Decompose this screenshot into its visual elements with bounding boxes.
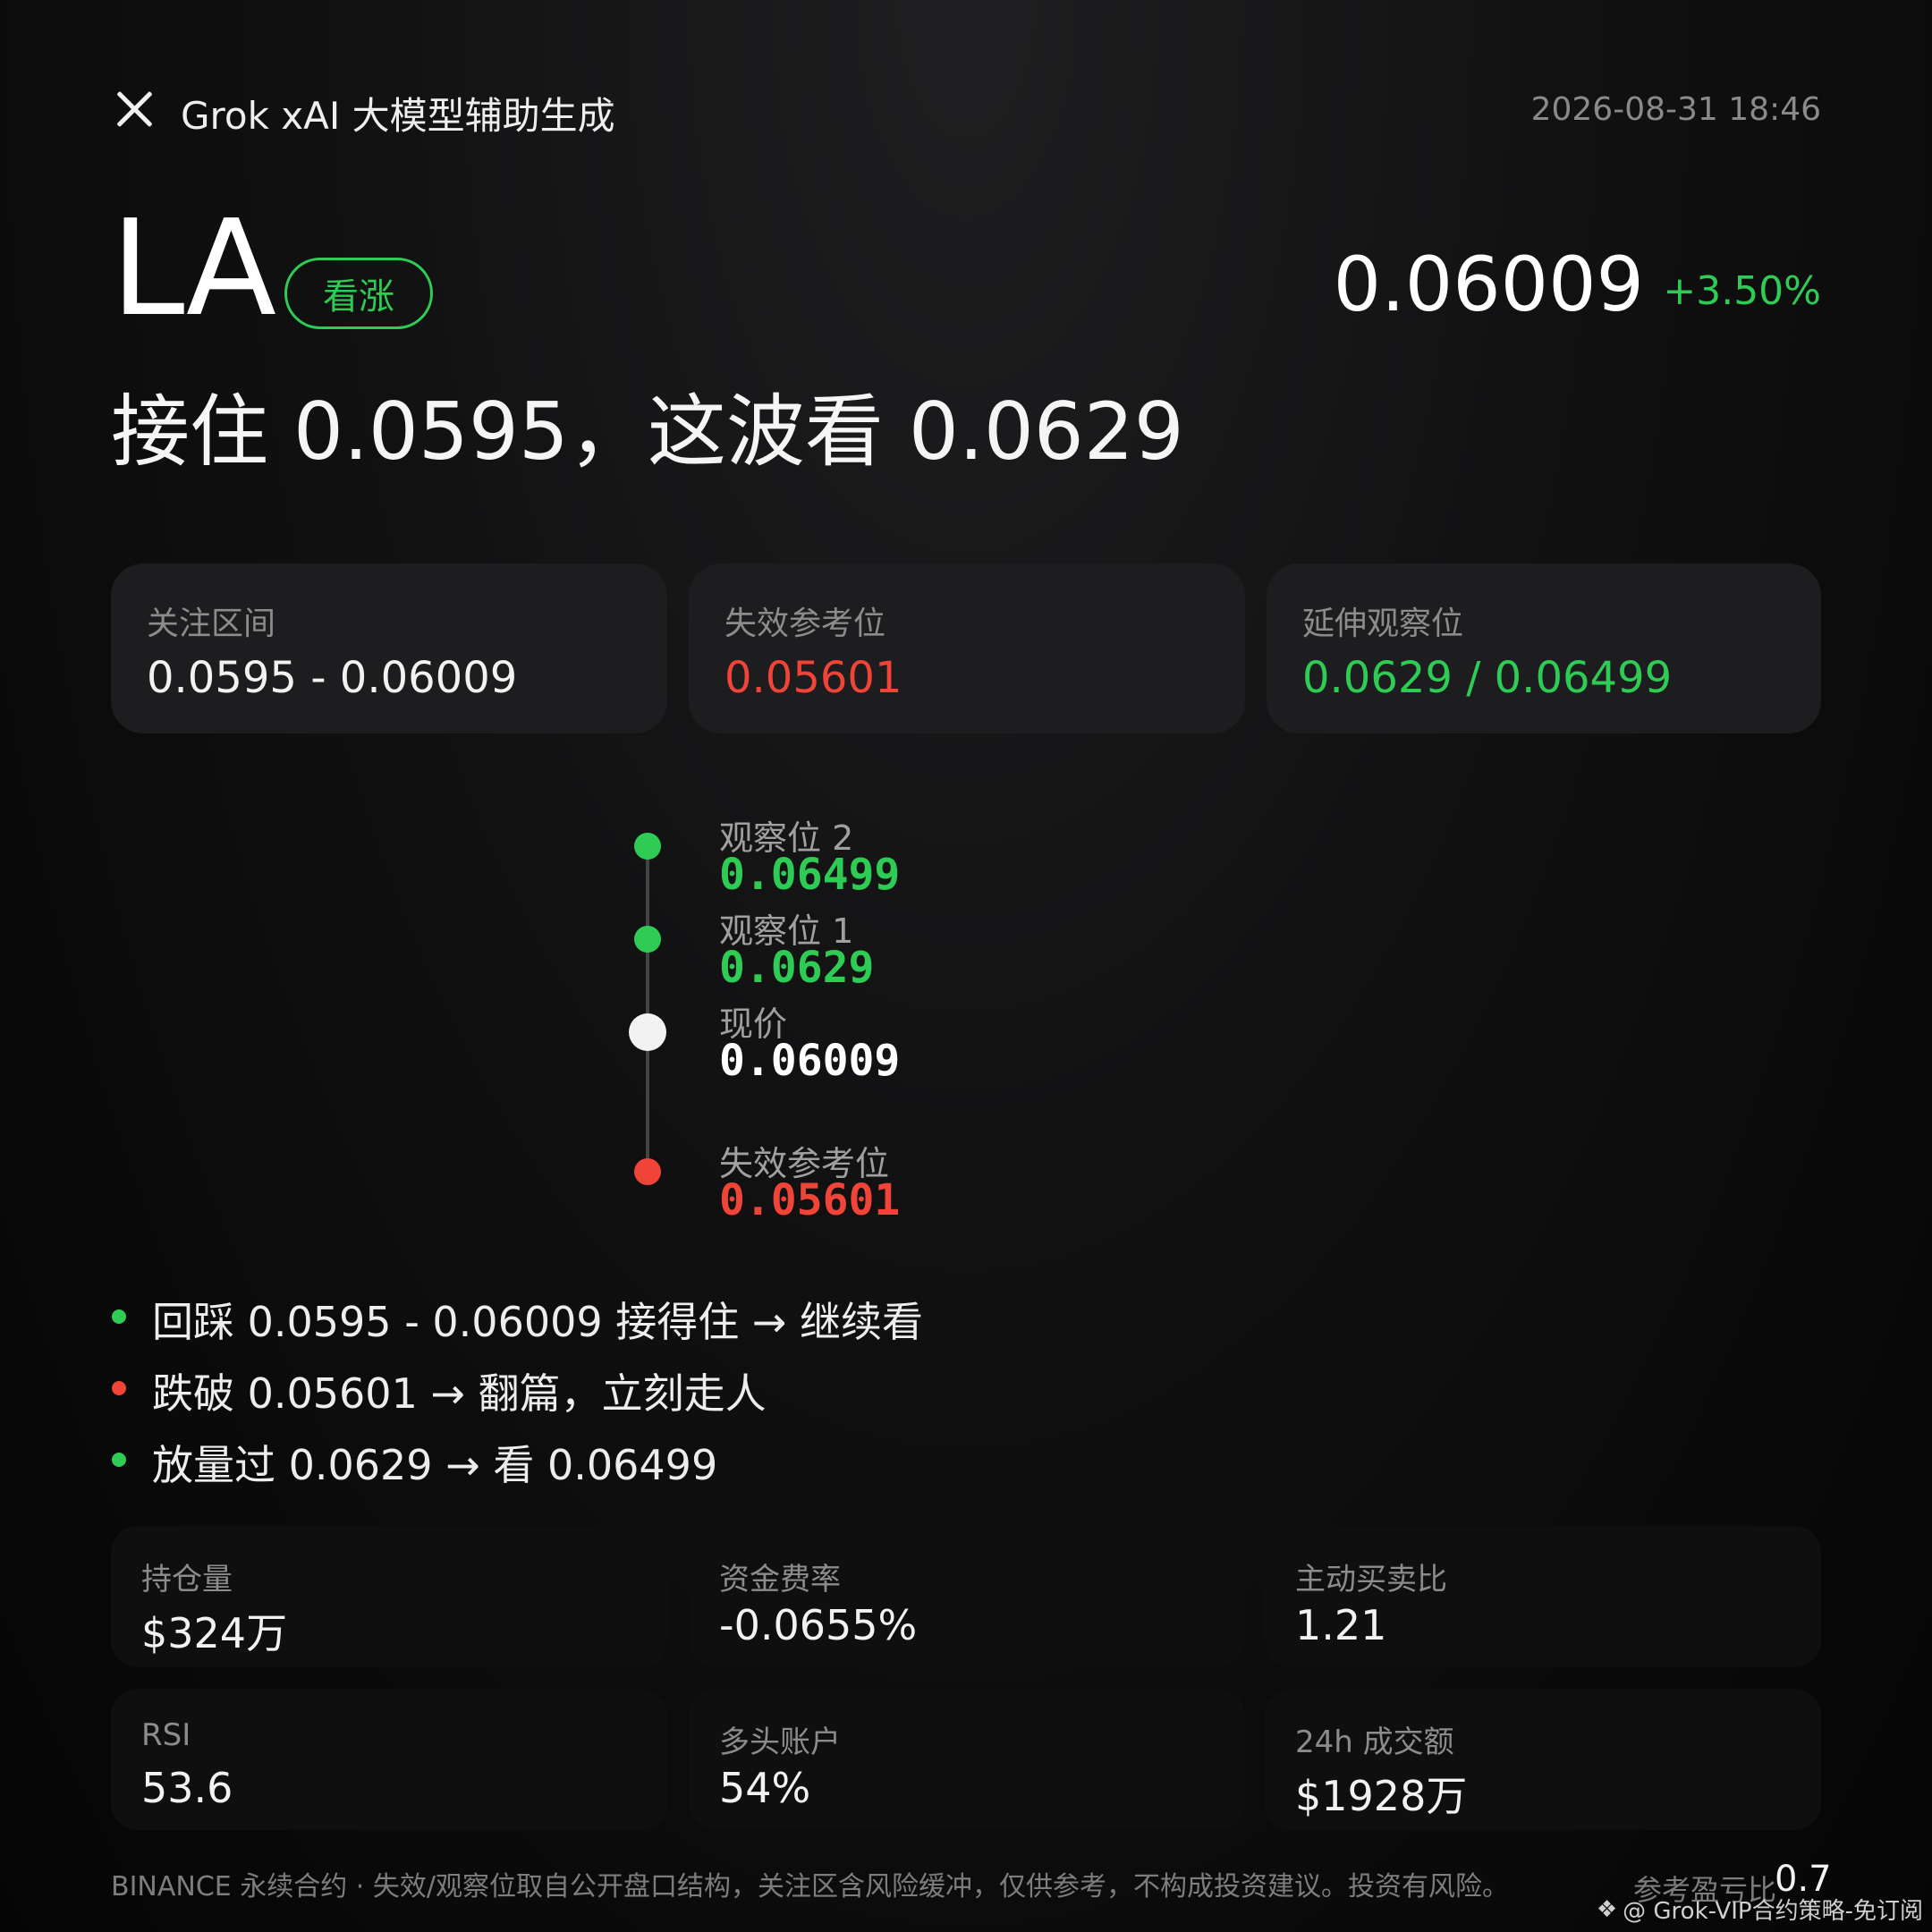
ladder-line: [646, 846, 649, 1172]
ladder-dot-target-2: [634, 833, 661, 860]
bias-badge: 看涨: [284, 258, 433, 329]
bullet-dot-green: [112, 1453, 126, 1467]
stat-label: RSI: [141, 1717, 191, 1753]
stat-card-24h-volume: 24h 成交额 $1928万: [1265, 1689, 1821, 1830]
stat-label: 资金费率: [719, 1562, 841, 1597]
stat-label: 24h 成交额: [1295, 1724, 1454, 1760]
ladder-value: 0.06499: [719, 850, 901, 900]
ladder-dot-current: [629, 1013, 666, 1051]
price-change: +3.50%: [1663, 268, 1821, 314]
stat-label: 多头账户: [719, 1724, 841, 1760]
close-icon[interactable]: [114, 89, 154, 129]
timestamp: 2026-08-31 18:46: [1530, 91, 1821, 128]
headline: 接住 0.0595，这波看 0.0629: [111, 386, 1184, 478]
level-card-label: 延伸观察位: [1302, 606, 1464, 642]
stat-label: 持仓量: [141, 1562, 233, 1597]
stat-card-open-interest: 持仓量 $324万: [111, 1526, 667, 1667]
ladder-dot-invalidation: [634, 1158, 661, 1185]
stat-card-long-accounts: 多头账户 54%: [689, 1689, 1245, 1830]
scenario-item: 放量过 0.0629 → 看 0.06499: [152, 1441, 718, 1489]
stat-value: 53.6: [141, 1764, 233, 1812]
ladder-dot-target-1: [634, 926, 661, 953]
watermark-text: @ Grok-VIP合约策略-免订阅: [1623, 1898, 1923, 1925]
diamond-logo-icon: ❖: [1596, 1895, 1618, 1923]
symbol-title: LA: [111, 191, 276, 345]
level-card-label: 失效参考位: [724, 606, 886, 642]
scenario-item: 回踩 0.0595 - 0.06009 接得住 → 继续看: [152, 1298, 924, 1346]
scenario-item: 跌破 0.05601 → 翻篇，立刻走人: [152, 1369, 767, 1418]
level-card-label: 关注区间: [147, 606, 276, 642]
stat-card-taker-ratio: 主动买卖比 1.21: [1265, 1526, 1821, 1667]
ladder-value: 0.05601: [719, 1175, 901, 1225]
level-card-value: 0.05601: [724, 653, 902, 703]
stat-value: $1928万: [1295, 1772, 1468, 1820]
stat-value: $324万: [141, 1609, 288, 1657]
stat-value: -0.0655%: [719, 1601, 918, 1649]
level-card-extension: 延伸观察位 0.0629 / 0.06499: [1267, 564, 1821, 733]
watermark: ❖ @ Grok-VIP合约策略-免订阅: [1597, 1893, 1923, 1926]
level-card-value: 0.0595 - 0.06009: [147, 653, 518, 703]
app-title: Grok xAI 大模型辅助生成: [181, 94, 615, 138]
ladder-value: 0.0629: [719, 943, 875, 993]
current-price: 0.06009: [1333, 241, 1644, 328]
stat-value: 54%: [719, 1764, 811, 1812]
level-card-value: 0.0629 / 0.06499: [1302, 653, 1673, 703]
level-card-invalidation: 失效参考位 0.05601: [689, 564, 1245, 733]
bullet-dot-red: [112, 1381, 126, 1395]
ladder-value: 0.06009: [719, 1036, 901, 1086]
level-card-focus-zone: 关注区间 0.0595 - 0.06009: [111, 564, 667, 733]
stat-value: 1.21: [1295, 1601, 1387, 1649]
disclaimer: BINANCE 永续合约 · 失效/观察位取自公开盘口结构，关注区含风险缓冲，仅…: [111, 1871, 1509, 1902]
stat-card-rsi: RSI 53.6: [111, 1689, 667, 1830]
stat-card-funding-rate: 资金费率 -0.0655%: [689, 1526, 1245, 1667]
stat-label: 主动买卖比: [1295, 1562, 1447, 1597]
bullet-dot-green: [112, 1309, 126, 1324]
